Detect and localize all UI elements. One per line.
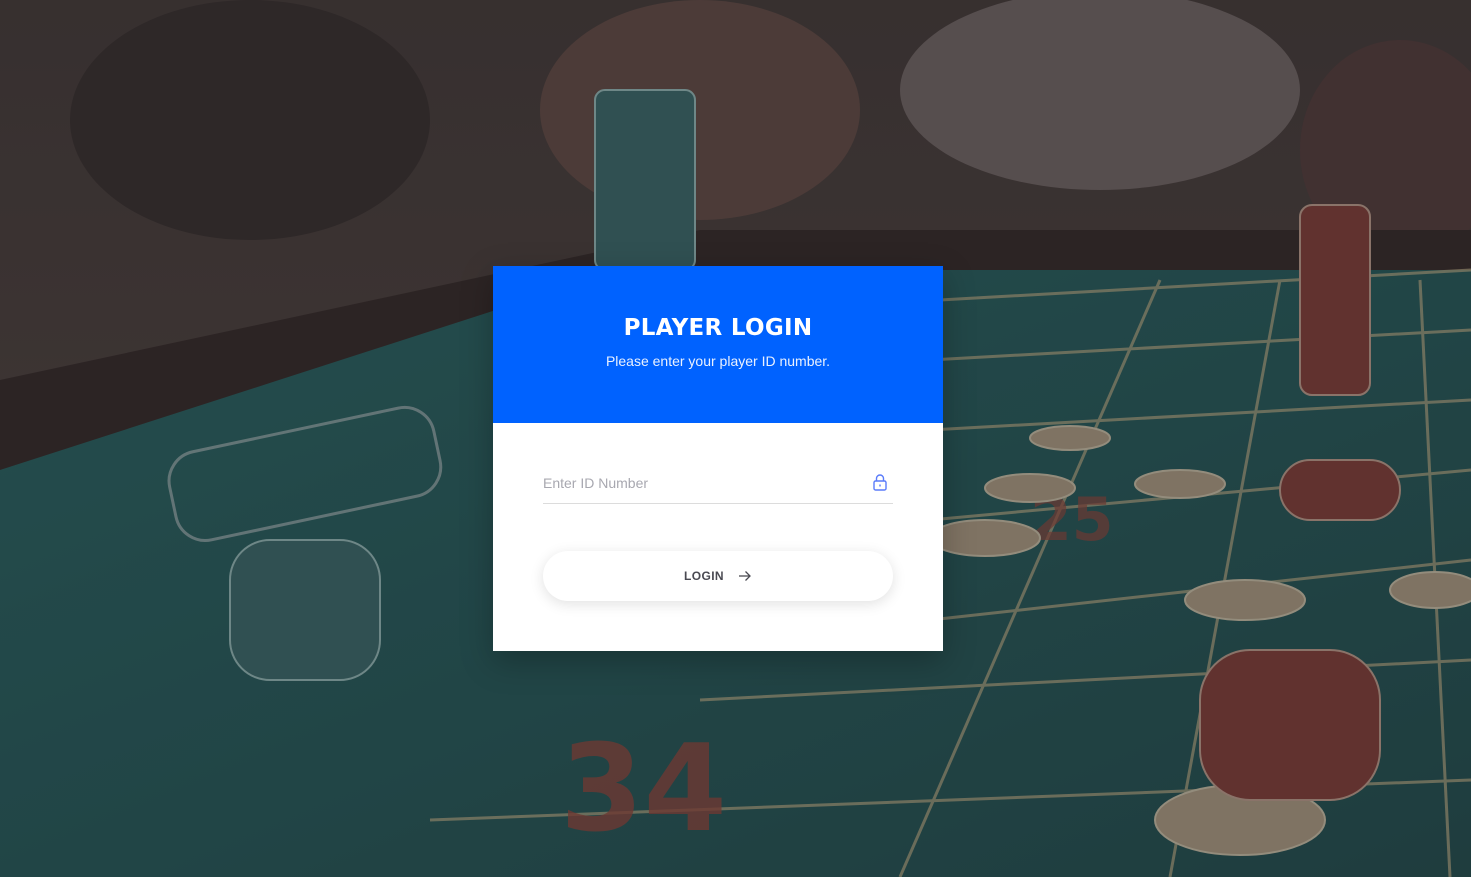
login-button[interactable]: LOGIN xyxy=(543,551,893,601)
lock-icon xyxy=(873,474,887,491)
login-page: 34 25 PLAYER LOGIN Please enter your pla… xyxy=(0,0,1471,877)
login-card: PLAYER LOGIN Please enter your player ID… xyxy=(493,266,943,651)
id-number-input[interactable] xyxy=(543,469,863,497)
page-title: PLAYER LOGIN xyxy=(623,315,813,341)
arrow-right-icon xyxy=(739,571,751,581)
id-field xyxy=(543,469,893,504)
page-subtitle: Please enter your player ID number. xyxy=(605,353,831,369)
login-card-header: PLAYER LOGIN Please enter your player ID… xyxy=(493,266,943,423)
login-button-label: LOGIN xyxy=(684,569,724,583)
